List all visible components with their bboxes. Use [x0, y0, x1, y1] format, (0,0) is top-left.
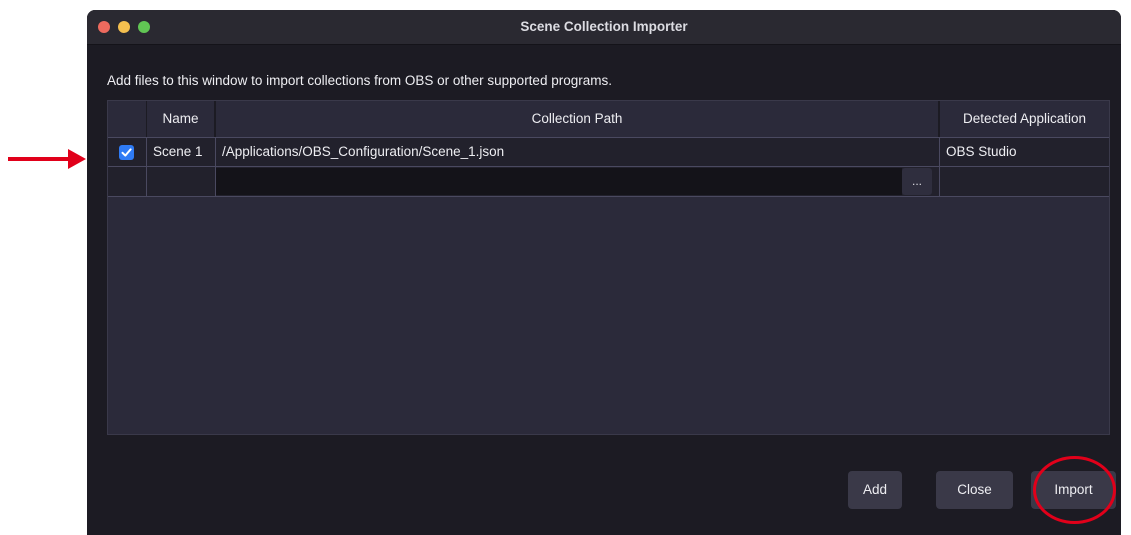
importer-window: Scene Collection Importer Add files to t…	[87, 10, 1121, 535]
header-name[interactable]: Name	[147, 101, 214, 137]
add-button[interactable]: Add	[848, 471, 902, 509]
header-detected-application[interactable]: Detected Application	[940, 101, 1109, 137]
column-divider	[939, 138, 940, 166]
close-button[interactable]: Close	[936, 471, 1013, 509]
window-title: Scene Collection Importer	[520, 19, 688, 34]
title-bar: Scene Collection Importer	[87, 10, 1121, 45]
column-divider	[215, 138, 216, 166]
header-collection-path[interactable]: Collection Path	[216, 101, 938, 137]
column-divider	[146, 167, 147, 196]
table-row[interactable]: Scene 1 /Applications/OBS_Configuration/…	[108, 137, 1109, 166]
annotation-circle	[1033, 456, 1116, 524]
checkmark-icon	[121, 148, 132, 157]
header-checkbox-column[interactable]	[108, 101, 146, 137]
new-entry-row[interactable]: ...	[108, 166, 1109, 197]
column-divider	[939, 167, 940, 196]
row-detected-application: OBS Studio	[946, 144, 1017, 159]
browse-button[interactable]: ...	[902, 168, 932, 195]
column-divider	[146, 138, 147, 166]
collections-table: Name Collection Path Detected Applicatio…	[107, 100, 1110, 435]
annotation-arrow-icon	[8, 149, 86, 169]
table-header: Name Collection Path Detected Applicatio…	[108, 101, 1109, 137]
collection-path-input[interactable]	[216, 168, 902, 195]
description-text: Add files to this window to import colle…	[107, 73, 612, 88]
row-collection-path: /Applications/OBS_Configuration/Scene_1.…	[222, 144, 505, 159]
row-name: Scene 1	[153, 144, 203, 159]
row-checkbox[interactable]	[119, 145, 134, 160]
